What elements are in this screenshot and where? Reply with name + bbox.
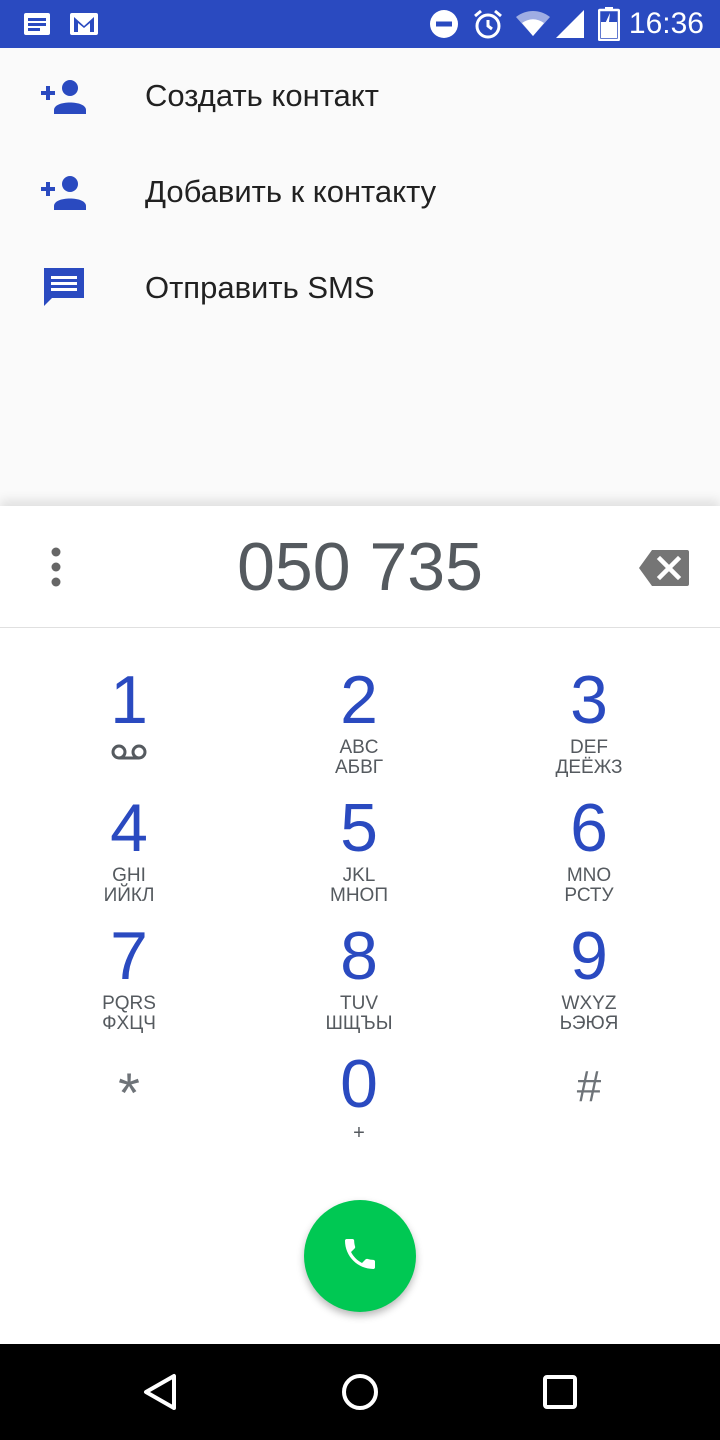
create-contact-item[interactable]: Создать контакт — [0, 48, 720, 144]
key-2[interactable]: 2 ABC АБВГ — [239, 666, 479, 794]
call-button[interactable] — [304, 1200, 416, 1312]
key-3[interactable]: 3 DEF ДЕЁЖЗ — [469, 666, 709, 794]
add-to-contact-label: Добавить к контакту — [145, 174, 437, 209]
home-icon[interactable] — [336, 1368, 384, 1416]
backspace-icon[interactable] — [638, 548, 690, 588]
key-7[interactable]: 7 PQRS ФХЦЧ — [9, 922, 249, 1050]
clock: 16:36 — [628, 7, 704, 40]
dialed-number[interactable]: 050 735 — [120, 506, 600, 628]
recents-icon[interactable] — [536, 1368, 584, 1416]
status-bar: 16:36 — [0, 0, 720, 48]
battery-charging-icon — [596, 0, 622, 48]
digits-row: 050 735 — [0, 506, 720, 628]
add-person-icon — [40, 72, 88, 120]
create-contact-label: Создать контакт — [145, 78, 379, 113]
add-person-icon — [40, 168, 88, 216]
send-sms-item[interactable]: Отправить SMS — [0, 240, 720, 336]
phone-icon — [340, 1234, 380, 1279]
wifi-icon — [514, 0, 552, 48]
key-4[interactable]: 4 GHI ИЙКЛ — [9, 794, 249, 922]
gmail-icon — [68, 0, 100, 48]
key-0[interactable]: 0 + — [239, 1050, 479, 1178]
suggestion-list: Создать контакт Добавить к контакту Отпр… — [0, 48, 720, 506]
overflow-menu-icon[interactable] — [36, 542, 76, 592]
dialpad-panel: 050 735 1 2 ABC АБВГ 3 DEF ДЕЁЖЗ 4 GHI И… — [0, 506, 720, 1344]
key-hash[interactable]: # — [469, 1050, 709, 1178]
key-8[interactable]: 8 TUV ШЩЪЫ — [239, 922, 479, 1050]
message-icon — [40, 264, 88, 312]
signal-icon — [554, 0, 586, 48]
do-not-disturb-icon — [428, 0, 460, 48]
key-1[interactable]: 1 — [9, 666, 249, 794]
key-star[interactable]: * — [9, 1050, 249, 1178]
back-icon[interactable] — [136, 1368, 184, 1416]
send-sms-label: Отправить SMS — [145, 270, 375, 305]
key-5[interactable]: 5 JKL МНОП — [239, 794, 479, 922]
alarm-icon — [472, 0, 504, 48]
add-to-contact-item[interactable]: Добавить к контакту — [0, 144, 720, 240]
notification-icon — [22, 0, 52, 48]
navigation-bar — [0, 1344, 720, 1440]
voicemail-icon — [111, 743, 147, 761]
key-9[interactable]: 9 WXYZ ЬЭЮЯ — [469, 922, 709, 1050]
key-6[interactable]: 6 MNO РСТУ — [469, 794, 709, 922]
